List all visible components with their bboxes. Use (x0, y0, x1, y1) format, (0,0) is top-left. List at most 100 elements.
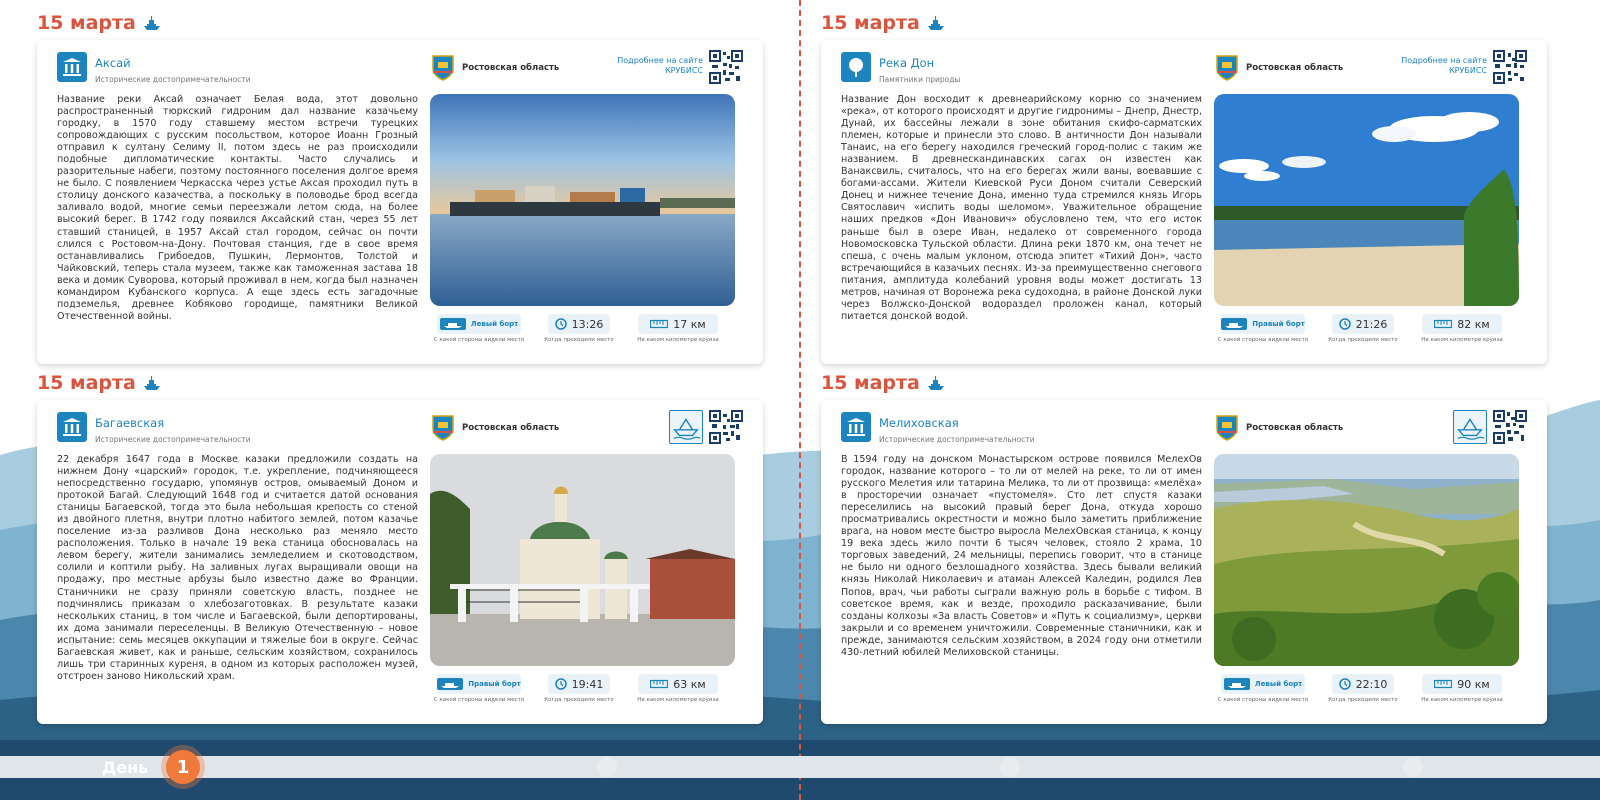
more-info-link[interactable]: Подробнее на сайте КРУБИСС (603, 56, 703, 76)
time-stat: 19:41 (548, 674, 610, 694)
card-description: Название реки Аксай означает Белая вода,… (57, 94, 418, 322)
paper-boat-icon (669, 410, 703, 444)
region-emblem-icon (1216, 55, 1238, 81)
qr-code-icon[interactable] (709, 410, 743, 444)
columns-icon (841, 412, 871, 442)
time-caption: Когда проходили место (544, 697, 614, 703)
side-caption: С какой стороны видели место (433, 337, 525, 343)
time-value: 22:10 (1355, 677, 1388, 691)
region-emblem-icon (1216, 415, 1238, 441)
card-description: Название Дон восходит к древнеарийскому … (841, 94, 1202, 322)
ruler-icon (650, 679, 669, 689)
place-card: Аксай Исторические достопримечательности… (37, 40, 763, 364)
card-title: Мелиховская (879, 416, 959, 430)
place-photo (430, 454, 735, 666)
card-category: Исторические достопримечательности (879, 435, 1035, 444)
card-category: Исторические достопримечательности (95, 435, 251, 444)
center-divider (799, 0, 801, 800)
date-label: 15 марта (37, 12, 162, 34)
ship-icon (143, 16, 160, 30)
card-description: 22 декабря 1647 года в Москве казаки пре… (57, 454, 418, 682)
ship-icon (143, 376, 160, 390)
paper-boat-icon (1453, 410, 1487, 444)
side-caption: С какой стороны видели место (433, 697, 525, 703)
day-1-marker[interactable]: 1 (166, 750, 200, 784)
side-stat: Правый борт (437, 674, 521, 694)
side-value: Левый борт (1254, 680, 1303, 688)
clock-icon (1338, 318, 1351, 330)
card-category: Исторические достопримечательности (95, 75, 251, 84)
region-emblem-icon (432, 415, 454, 441)
card-description: В 1594 году на донском Монастырском остр… (841, 454, 1202, 658)
km-stat: 82 км (1422, 314, 1502, 334)
side-stat: Правый борт (1221, 314, 1305, 334)
card-title: Река Дон (879, 56, 935, 70)
clock-icon (554, 678, 567, 690)
ship-icon (927, 376, 944, 390)
km-stat: 17 км (638, 314, 718, 334)
ruler-icon (650, 319, 669, 329)
km-caption: На каком километре круиза (1421, 697, 1503, 703)
place-card: Мелиховская Исторические достопримечател… (821, 400, 1547, 724)
ship-side-icon (1223, 678, 1250, 690)
card-title: Багаевская (95, 416, 165, 430)
day-timeline (0, 756, 1600, 778)
time-value: 21:26 (1355, 317, 1388, 331)
time-caption: Когда проходили место (1328, 697, 1398, 703)
km-value: 90 км (1457, 677, 1490, 691)
side-value: Правый борт (468, 680, 521, 688)
card-category: Памятники природы (879, 75, 961, 84)
more-info-link[interactable]: Подробнее на сайте КРУБИСС (1387, 56, 1487, 76)
time-stat: 22:10 (1332, 674, 1394, 694)
time-stat: 21:26 (1332, 314, 1394, 334)
km-stat: 63 км (638, 674, 718, 694)
time-caption: Когда проходили место (1328, 337, 1398, 343)
ship-icon (927, 16, 944, 30)
card-title: Аксай (95, 56, 131, 70)
timeline-dot[interactable] (597, 757, 617, 777)
columns-icon (57, 52, 87, 82)
region-name: Ростовская область (462, 63, 560, 73)
place-photo (1214, 454, 1519, 666)
timeline-dot[interactable] (1000, 757, 1020, 777)
date-label: 15 марта (821, 12, 946, 34)
timeline-dot[interactable] (1403, 757, 1423, 777)
qr-code-icon[interactable] (1493, 410, 1527, 444)
ruler-icon (1434, 679, 1453, 689)
side-value: Левый борт (470, 320, 519, 328)
side-caption: С какой стороны видели место (1217, 697, 1309, 703)
ship-side-icon (437, 678, 464, 690)
date-label: 15 марта (37, 372, 162, 394)
ship-side-icon (439, 318, 466, 330)
day-label: День (102, 758, 149, 777)
qr-code-icon[interactable] (1493, 50, 1527, 84)
side-caption: С какой стороны видели место (1217, 337, 1309, 343)
clock-icon (554, 318, 567, 330)
km-caption: На каком километре круиза (1421, 337, 1503, 343)
region-name: Ростовская область (1246, 423, 1344, 433)
side-value: Правый борт (1252, 320, 1305, 328)
ship-side-icon (1221, 318, 1248, 330)
place-card: Багаевская Исторические достопримечатель… (37, 400, 763, 724)
place-photo (430, 94, 735, 306)
columns-icon (57, 412, 87, 442)
time-caption: Когда проходили место (544, 337, 614, 343)
side-stat: Левый борт (1221, 674, 1305, 694)
ruler-icon (1434, 319, 1453, 329)
km-stat: 90 км (1422, 674, 1502, 694)
place-card: Река Дон Памятники природы Ростовская об… (821, 40, 1547, 364)
date-label: 15 марта (821, 372, 946, 394)
qr-code-icon[interactable] (709, 50, 743, 84)
clock-icon (1338, 678, 1351, 690)
time-stat: 13:26 (548, 314, 610, 334)
region-emblem-icon (432, 55, 454, 81)
km-value: 82 км (1457, 317, 1490, 331)
region-name: Ростовская область (462, 423, 560, 433)
side-stat: Левый борт (437, 314, 521, 334)
place-photo (1214, 94, 1519, 306)
km-caption: На каком километре круиза (637, 337, 719, 343)
km-value: 17 км (673, 317, 706, 331)
km-caption: На каком километре круиза (637, 697, 719, 703)
time-value: 19:41 (571, 677, 604, 691)
tree-icon (841, 52, 871, 82)
